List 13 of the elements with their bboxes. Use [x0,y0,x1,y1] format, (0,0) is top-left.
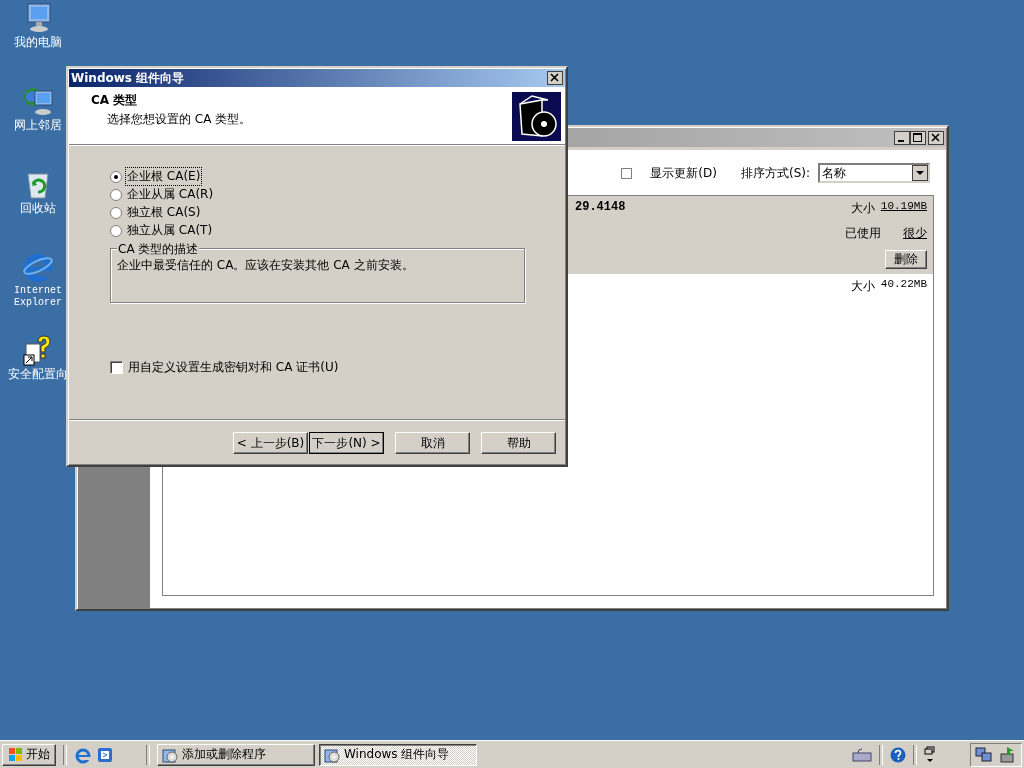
group-title: CA 类型的描述 [117,241,200,258]
description-text: 企业中最受信任的 CA。应该在安装其他 CA 之前安装。 [117,257,415,274]
header-title: CA 类型 [91,92,139,109]
header-subtitle: 选择您想设置的 CA 类型。 [106,111,252,128]
program-name: 29.4148 [575,200,626,216]
size-value: 10.19MB [880,200,927,214]
used-value: 很少 [903,225,927,242]
used-label: 已使用 [845,225,881,242]
window-title: Windows 组件向导 [71,69,185,87]
size-label: 大小 [850,200,875,217]
sort-label: 排序方式(S): [740,164,810,182]
size-label: 大小 [850,278,875,295]
size-value: 40.22MB [880,278,927,292]
